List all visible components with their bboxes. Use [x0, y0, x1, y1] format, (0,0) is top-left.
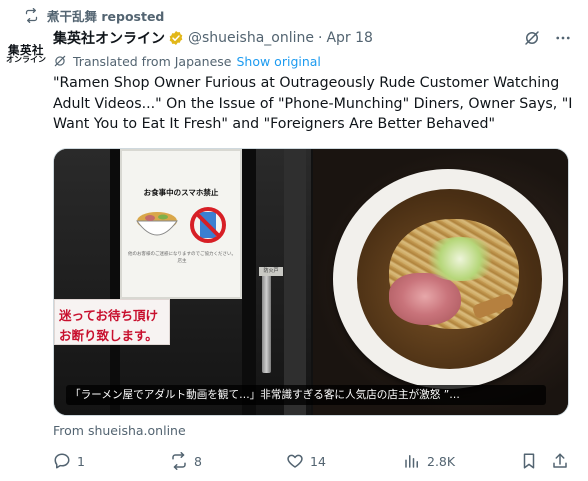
no-phone-sign: お食事中のスマホ禁止 他のお客様のご迷惑になりますのでご協力ください。 店主	[120, 149, 242, 299]
translate-icon	[54, 55, 66, 67]
verified-badge-icon[interactable]	[168, 30, 184, 46]
chashu	[389, 273, 461, 325]
bookmark-icon	[523, 453, 535, 469]
repost-count: 8	[194, 453, 202, 469]
tweet-header: 集英社オンライン @shueisha_online · Apr 18	[53, 28, 373, 48]
grok-button[interactable]	[521, 27, 543, 49]
green-onion	[421, 237, 499, 281]
door-frame	[110, 149, 120, 415]
link-source[interactable]: From shueisha.online	[53, 421, 186, 439]
repost-icon	[172, 452, 186, 470]
door-handle	[262, 269, 271, 373]
reply-count: 1	[77, 453, 85, 469]
share-icon	[553, 453, 567, 468]
image-shop-door[interactable]: お食事中のスマホ禁止 他のお客様のご迷惑になりますのでご協力ください。 店主 防…	[54, 149, 311, 415]
door-tag: 防火戸	[259, 267, 283, 276]
show-original-link[interactable]: Show original	[236, 54, 320, 69]
action-bar: 1 8 14 2.8K	[0, 450, 588, 472]
author-name[interactable]: 集英社オンライン	[53, 28, 165, 48]
translation-label: Translated from Japanese	[73, 53, 232, 69]
like-count: 14	[310, 453, 326, 469]
door-pole	[284, 149, 306, 415]
tweet-text: "Ramen Shop Owner Furious at Outrageousl…	[53, 75, 573, 132]
tweet-media[interactable]: お食事中のスマホ禁止 他のお客様のご迷惑になりますのでご協力ください。 店主 防…	[53, 148, 569, 416]
views-button[interactable]: 2.8K	[403, 450, 455, 472]
media-caption: 「ラーメン屋でアダルト動画を観て…」非常識すぎる客に人気店の店主が激怒 ”…	[66, 385, 546, 405]
like-button[interactable]: 14	[286, 450, 326, 472]
more-options-button[interactable]	[552, 27, 574, 49]
translation-row: Translated from Japanese Show original	[53, 52, 321, 70]
tweet-date[interactable]: Apr 18	[326, 30, 372, 46]
more-icon	[556, 36, 570, 40]
heart-icon	[287, 454, 303, 468]
views-icon	[405, 455, 418, 468]
repost-text: 煮干乱舞 reposted	[47, 8, 165, 24]
author-handle[interactable]: @shueisha_online	[188, 30, 314, 46]
red-sign-line2: お断り致します。	[59, 328, 158, 343]
door-frame-right	[242, 149, 256, 415]
reply-button[interactable]: 1	[53, 450, 85, 472]
share-button[interactable]	[551, 450, 569, 472]
grok-icon	[525, 31, 539, 45]
avatar[interactable]: 集英社 オンライン	[4, 32, 48, 76]
sign-title: お食事中のスマホ禁止	[143, 188, 219, 197]
ramen-bowl-icon	[136, 212, 178, 236]
bookmark-button[interactable]	[520, 450, 538, 472]
avatar-line2: オンライン	[6, 54, 46, 64]
image-ramen-bowl[interactable]	[313, 149, 568, 415]
repost-button[interactable]: 8	[170, 450, 202, 472]
no-phone-icon	[190, 207, 226, 243]
header-separator: ·	[318, 30, 323, 46]
sign-fine-print: 他のお客様のご迷惑になりますのでご協力ください。 店主	[128, 252, 236, 264]
waiting-notice-sign: 迷ってお待ち頂け お断り致します。	[54, 299, 170, 345]
views-count: 2.8K	[427, 453, 456, 469]
red-sign-line1: 迷ってお待ち頂け	[59, 308, 159, 323]
repost-icon	[25, 7, 38, 23]
repost-indicator[interactable]: 煮干乱舞 reposted	[24, 6, 164, 24]
reply-icon	[54, 453, 70, 469]
